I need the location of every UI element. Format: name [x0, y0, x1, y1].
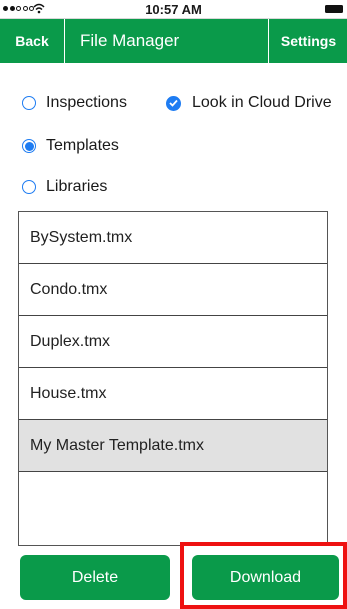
filter-templates-row[interactable]: Templates: [22, 133, 119, 159]
status-time: 10:57 AM: [145, 2, 202, 17]
checkmark-icon[interactable]: [166, 95, 181, 111]
libraries-radio[interactable]: [22, 180, 36, 194]
filter-libraries-row[interactable]: Libraries: [22, 174, 107, 200]
libraries-label: Libraries: [46, 178, 108, 195]
download-highlight-box: [180, 542, 347, 609]
templates-radio[interactable]: [22, 139, 36, 153]
delete-button[interactable]: Delete: [20, 555, 170, 600]
filter-inspections-row[interactable]: Inspections: [22, 90, 127, 116]
templates-label: Templates: [46, 137, 119, 154]
page-title: File Manager: [80, 31, 180, 50]
status-bar: 10:57 AM: [0, 0, 347, 19]
nav-bar: Back File Manager Settings: [0, 19, 347, 63]
battery-icon: [325, 5, 343, 13]
inspections-label: Inspections: [46, 94, 127, 111]
list-item[interactable]: House.tmx: [19, 368, 327, 420]
cloud-drive-toggle[interactable]: Look in Cloud Drive: [166, 90, 332, 116]
list-item-selected[interactable]: My Master Template.tmx: [19, 420, 327, 472]
list-item[interactable]: Duplex.tmx: [19, 316, 327, 368]
cloud-drive-label: Look in Cloud Drive: [192, 94, 332, 111]
inspections-radio[interactable]: [22, 96, 36, 110]
settings-button[interactable]: Settings: [268, 19, 347, 63]
file-list[interactable]: BySystem.tmx Condo.tmx Duplex.tmx House.…: [18, 211, 328, 546]
app-screen: 10:57 AM Back File Manager Settings Insp…: [0, 0, 347, 609]
list-item[interactable]: BySystem.tmx: [19, 212, 327, 264]
list-item[interactable]: Condo.tmx: [19, 264, 327, 316]
back-button[interactable]: Back: [0, 19, 65, 63]
